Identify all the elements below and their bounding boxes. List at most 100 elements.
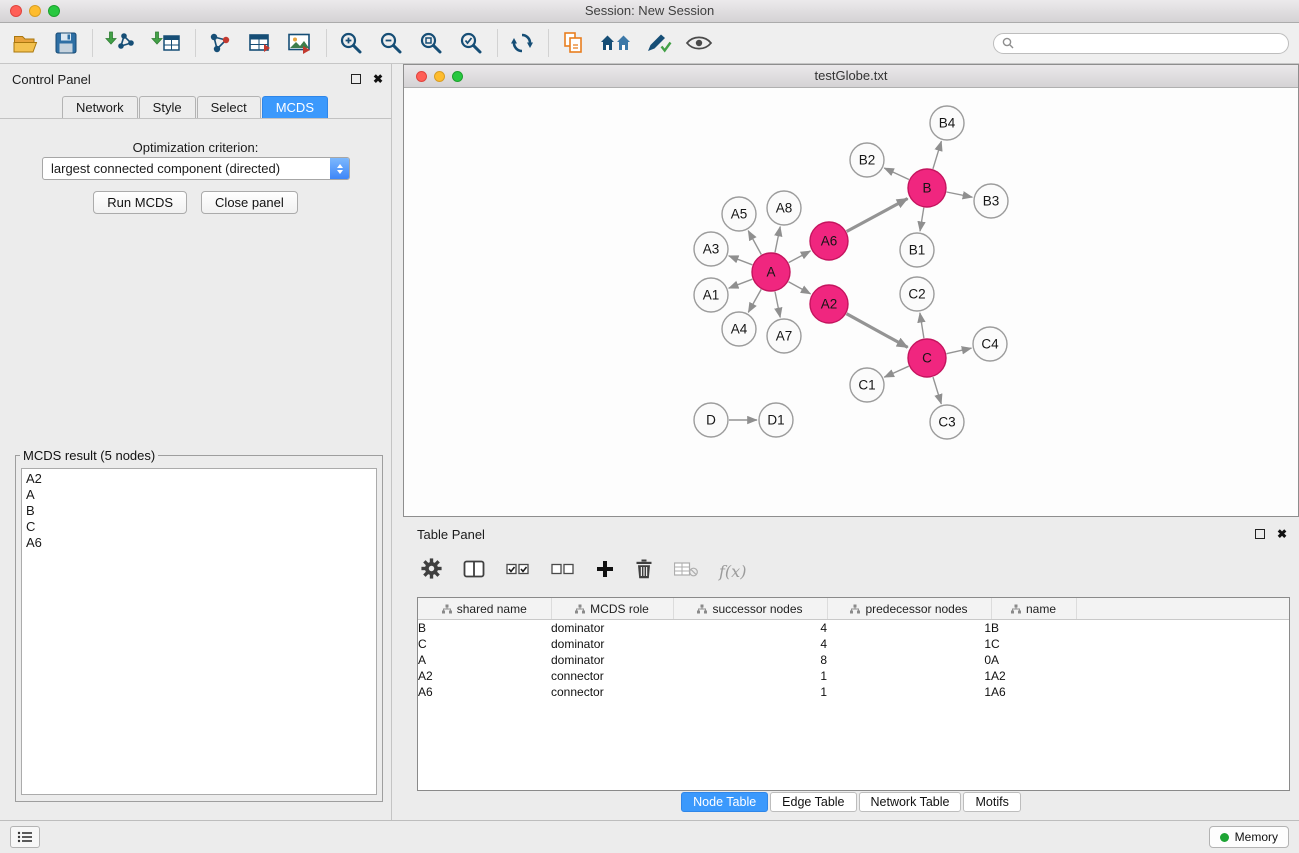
column-header-name[interactable]: name	[991, 598, 1076, 620]
edge-C-C1[interactable]	[884, 366, 909, 377]
edge-B-B4[interactable]	[933, 141, 942, 169]
graph-node-D[interactable]: D	[694, 403, 728, 437]
graph-node-B3[interactable]: B3	[974, 184, 1008, 218]
mcds-result-item[interactable]: C	[26, 519, 372, 535]
edge-C-C4[interactable]	[947, 348, 972, 354]
criterion-dropdown[interactable]: largest connected component (directed)	[42, 157, 350, 180]
graph-node-A2[interactable]: A2	[810, 285, 848, 323]
table-row[interactable]: Adominator80A	[418, 652, 1289, 668]
delete-table-button-disabled[interactable]	[674, 561, 698, 582]
graph-node-A1[interactable]: A1	[694, 278, 728, 312]
edge-A6-B[interactable]	[847, 199, 908, 232]
tab-node-table[interactable]: Node Table	[681, 792, 768, 812]
apply-style-button[interactable]	[643, 28, 675, 58]
table-row[interactable]: A6connector11A6	[418, 684, 1289, 700]
graph-node-C[interactable]: C	[908, 339, 946, 377]
show-columns-button[interactable]	[463, 560, 485, 583]
graph-node-A8[interactable]: A8	[767, 191, 801, 225]
column-header-shared-name[interactable]: shared name	[418, 598, 551, 620]
network-window-titlebar[interactable]: testGlobe.txt	[404, 65, 1298, 88]
zoom-in-button[interactable]	[335, 28, 367, 58]
float-panel-icon[interactable]	[1255, 529, 1265, 539]
select-all-button[interactable]	[506, 562, 530, 581]
mcds-result-list[interactable]: A2ABCA6	[21, 468, 377, 795]
import-network-button[interactable]	[101, 28, 139, 58]
graph-node-B4[interactable]: B4	[930, 106, 964, 140]
graph-node-C1[interactable]: C1	[850, 368, 884, 402]
table-row[interactable]: A2connector11A2	[418, 668, 1289, 684]
edge-C-C2[interactable]	[920, 313, 924, 338]
network-canvas[interactable]: B4B2BB3A5A8A6A3B1AC2A1A2A4A7C4CC1DD1C3	[404, 88, 1298, 516]
graph-node-A3[interactable]: A3	[694, 232, 728, 266]
column-header-mcds-role[interactable]: MCDS role	[551, 598, 673, 620]
table-row[interactable]: Cdominator41C	[418, 636, 1289, 652]
new-table-button[interactable]	[244, 28, 276, 58]
control-tab-network[interactable]: Network	[62, 96, 138, 118]
import-table-button[interactable]	[147, 28, 185, 58]
control-tab-mcds[interactable]: MCDS	[262, 96, 328, 118]
mcds-result-item[interactable]: A6	[26, 535, 372, 551]
memory-button[interactable]: Memory	[1209, 826, 1289, 848]
home-button[interactable]	[597, 28, 635, 58]
zoom-selected-button[interactable]	[455, 28, 487, 58]
tab-network-table[interactable]: Network Table	[859, 792, 962, 812]
graph-node-B1[interactable]: B1	[900, 233, 934, 267]
task-history-button[interactable]	[10, 826, 40, 848]
graph-node-A6[interactable]: A6	[810, 222, 848, 260]
column-header-predecessor-nodes[interactable]: predecessor nodes	[827, 598, 991, 620]
graph-node-B2[interactable]: B2	[850, 143, 884, 177]
delete-column-button[interactable]	[635, 559, 653, 584]
edge-A2-C[interactable]	[847, 314, 908, 348]
deselect-all-button[interactable]	[551, 562, 575, 581]
network-graph[interactable]: B4B2BB3A5A8A6A3B1AC2A1A2A4A7C4CC1DD1C3	[404, 88, 1298, 516]
graph-node-A4[interactable]: A4	[722, 312, 756, 346]
edge-A-A3[interactable]	[729, 256, 753, 265]
graph-node-C4[interactable]: C4	[973, 327, 1007, 361]
graph-node-A[interactable]: A	[752, 253, 790, 291]
close-panel-button[interactable]: Close panel	[201, 191, 298, 214]
graph-node-C2[interactable]: C2	[900, 277, 934, 311]
node-table-container[interactable]: shared nameMCDS rolesuccessor nodesprede…	[417, 597, 1290, 791]
search-input[interactable]	[1019, 35, 1280, 51]
edge-A-A5[interactable]	[748, 231, 761, 255]
show-graphics-button[interactable]	[683, 28, 715, 58]
graph-node-B[interactable]: B	[908, 169, 946, 207]
edge-A-A6[interactable]	[789, 251, 811, 263]
mcds-result-item[interactable]: B	[26, 503, 372, 519]
table-row[interactable]: Bdominator41B	[418, 620, 1289, 637]
refresh-button[interactable]	[506, 28, 538, 58]
tab-motifs[interactable]: Motifs	[963, 792, 1020, 812]
zoom-fit-button[interactable]	[415, 28, 447, 58]
column-header-successor-nodes[interactable]: successor nodes	[673, 598, 827, 620]
float-panel-icon[interactable]	[351, 74, 361, 84]
graph-node-A5[interactable]: A5	[722, 197, 756, 231]
mcds-result-item[interactable]: A2	[26, 471, 372, 487]
table-settings-button[interactable]	[421, 558, 442, 584]
edge-A-A1[interactable]	[729, 279, 753, 288]
export-image-button[interactable]	[284, 28, 316, 58]
function-builder-button[interactable]: f(x)	[719, 562, 746, 581]
edge-A-A7[interactable]	[775, 292, 780, 318]
save-session-button[interactable]	[50, 28, 82, 58]
zoom-out-button[interactable]	[375, 28, 407, 58]
open-recent-button[interactable]	[557, 28, 589, 58]
mcds-result-item[interactable]: A	[26, 487, 372, 503]
graph-node-C3[interactable]: C3	[930, 405, 964, 439]
close-panel-icon[interactable]: ✖	[373, 74, 383, 84]
control-tab-select[interactable]: Select	[197, 96, 261, 118]
edge-B-B3[interactable]	[947, 192, 973, 197]
edge-B-B2[interactable]	[884, 168, 909, 180]
control-tab-style[interactable]: Style	[139, 96, 196, 118]
add-column-button[interactable]	[596, 560, 614, 583]
new-network-button[interactable]	[204, 28, 236, 58]
edge-C-C3[interactable]	[933, 377, 941, 404]
search-box[interactable]	[993, 33, 1289, 54]
open-session-button[interactable]	[10, 28, 42, 58]
edge-A-A8[interactable]	[775, 227, 780, 253]
edge-A-A4[interactable]	[748, 289, 761, 312]
edge-A-A2[interactable]	[789, 282, 811, 294]
close-panel-icon[interactable]: ✖	[1277, 529, 1287, 539]
tab-edge-table[interactable]: Edge Table	[770, 792, 856, 812]
run-mcds-button[interactable]: Run MCDS	[93, 191, 187, 214]
edge-B-B1[interactable]	[920, 208, 924, 232]
